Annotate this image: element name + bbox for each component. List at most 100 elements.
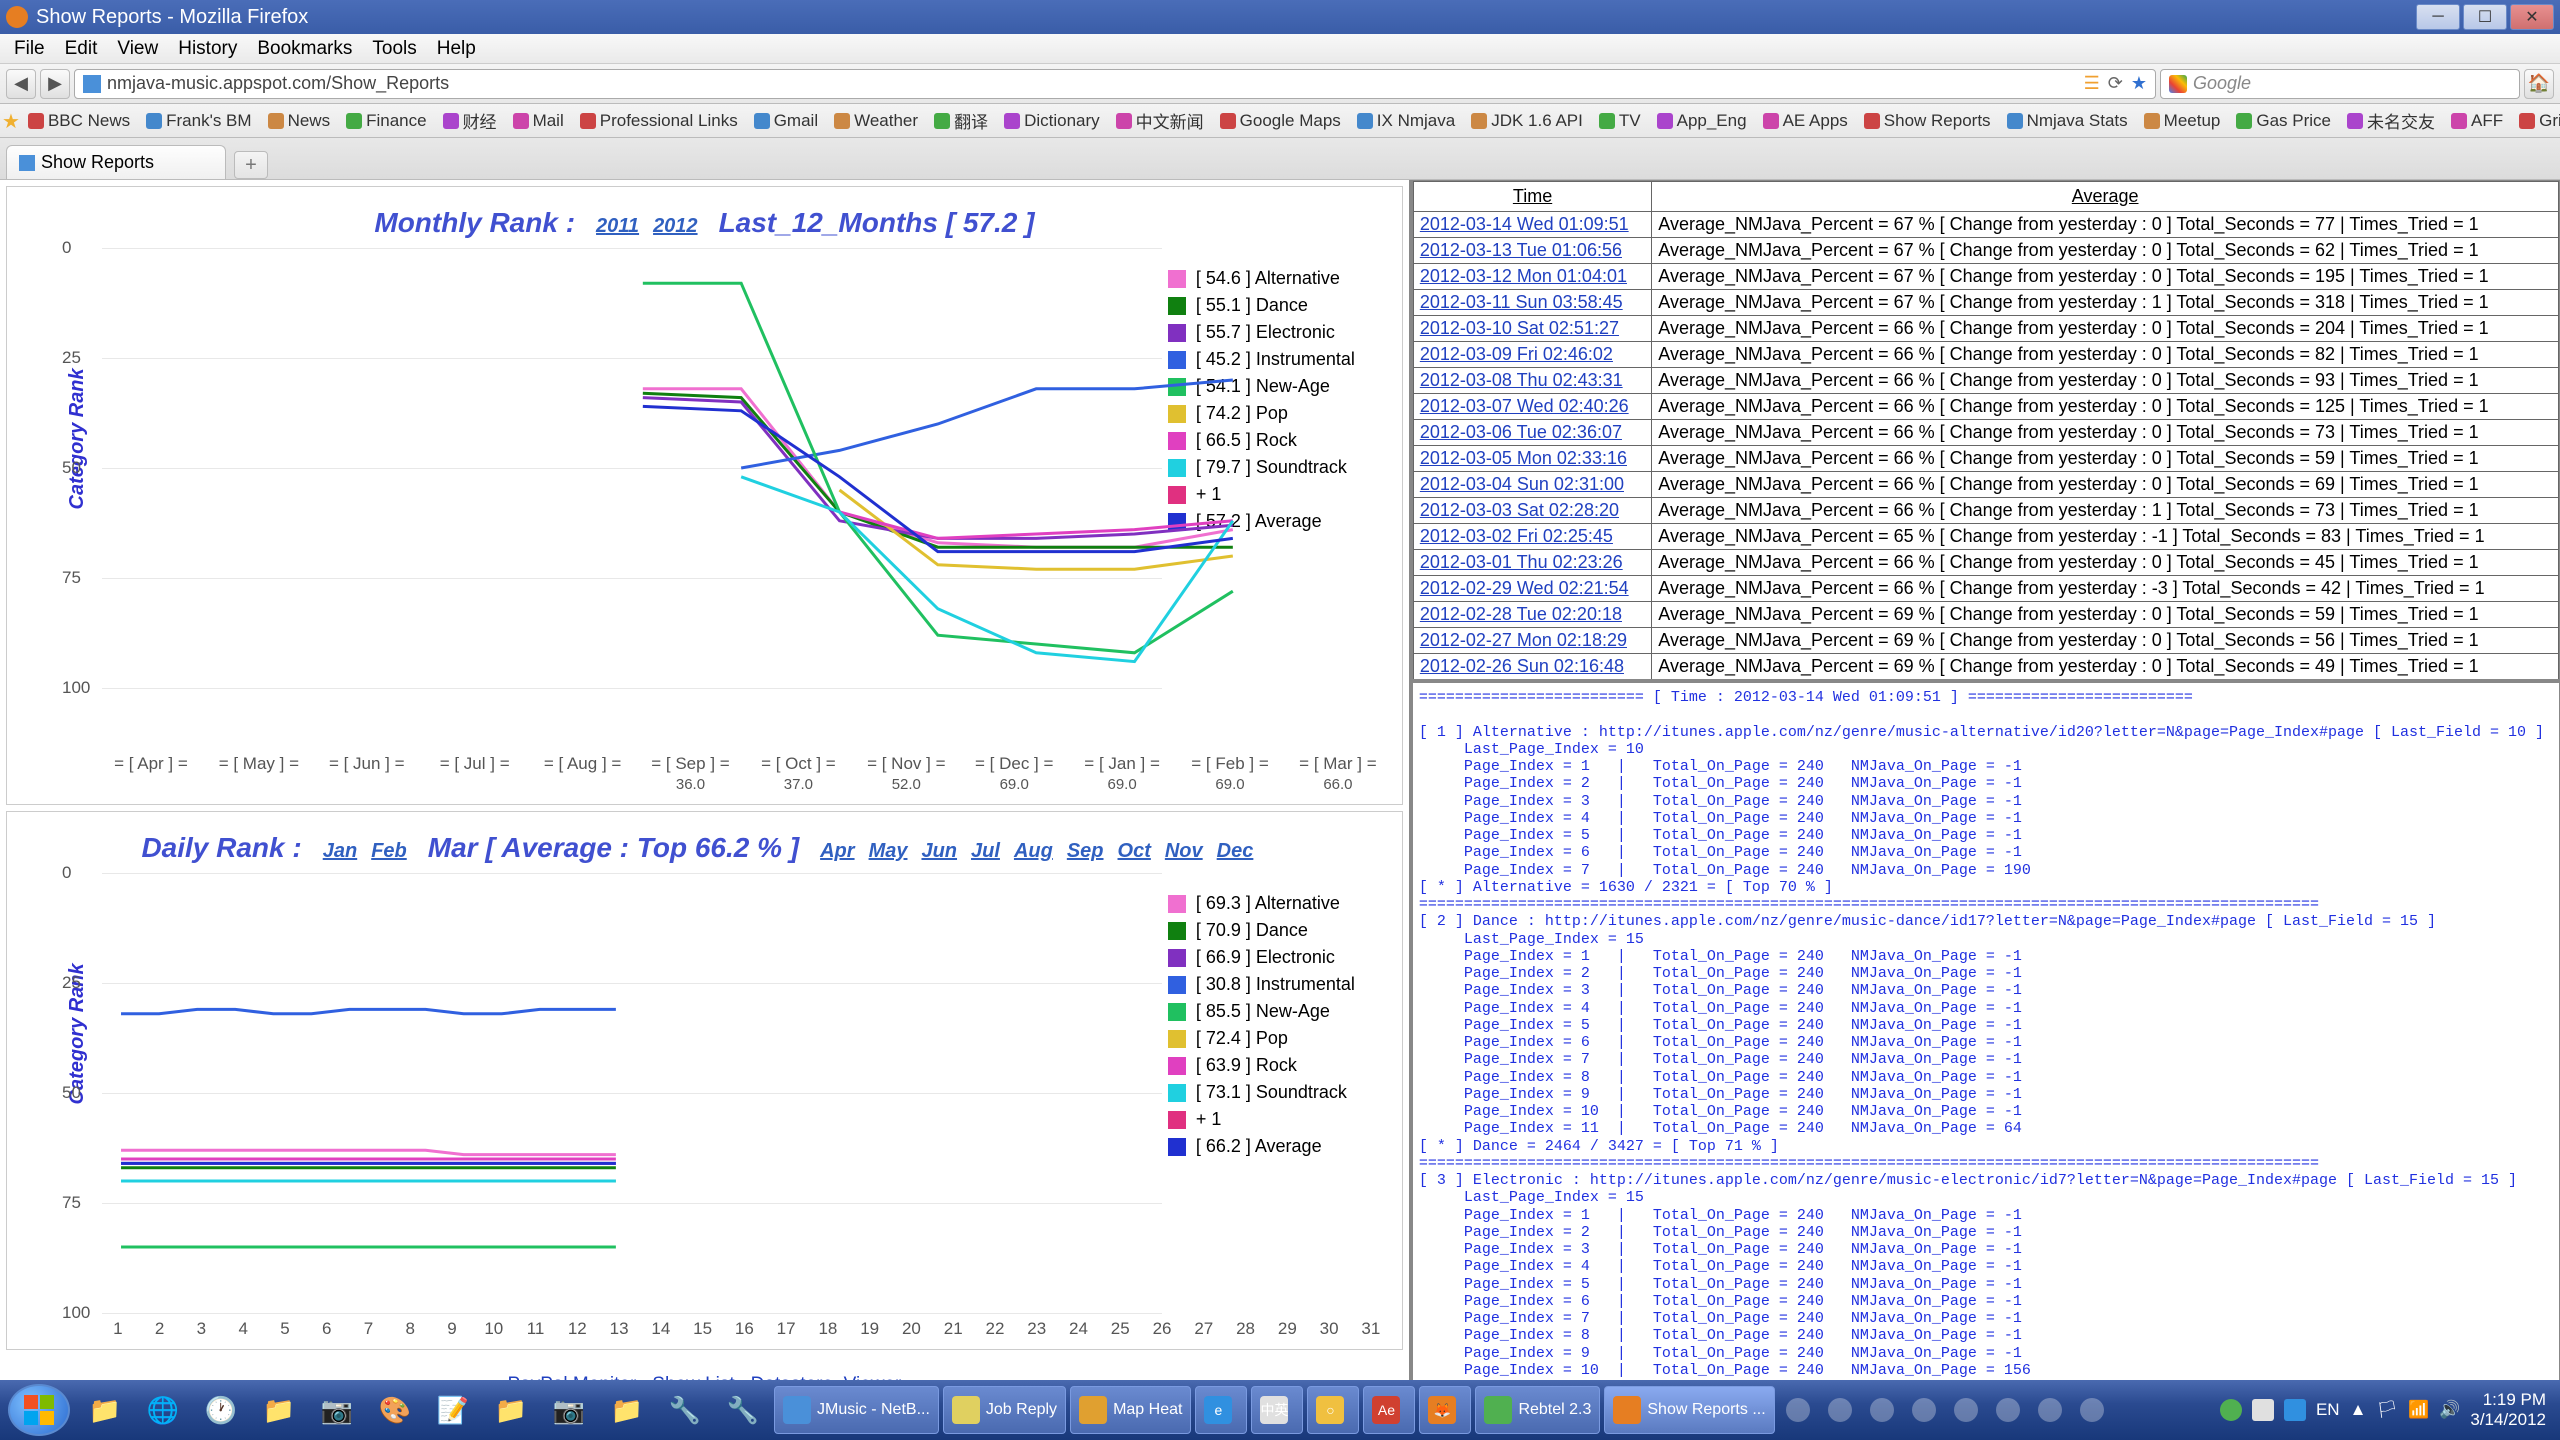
taskbar-pinned-icon[interactable]: 📁 (77, 1386, 133, 1434)
time-link[interactable]: 2012-03-02 Fri 02:25:45 (1420, 526, 1613, 546)
tray-network-icon[interactable]: 📶 (2408, 1400, 2429, 1420)
bookmark-item[interactable]: Grid (2511, 109, 2560, 133)
taskbar-task[interactable]: Rebtel 2.3 (1475, 1386, 1600, 1434)
bookmark-item[interactable]: 财经 (435, 106, 505, 135)
tray-chevron-icon[interactable]: ▲ (2350, 1400, 2367, 1420)
tray-icon[interactable] (2220, 1399, 2242, 1421)
taskbar-task[interactable]: Ae (1363, 1386, 1415, 1434)
time-link[interactable]: 2012-03-01 Thu 02:23:26 (1420, 552, 1623, 572)
taskbar-task[interactable]: JMusic - NetB... (774, 1386, 939, 1434)
bookmark-item[interactable]: Weather (826, 109, 926, 133)
time-link[interactable]: 2012-02-28 Tue 02:20:18 (1420, 604, 1622, 624)
time-link[interactable]: 2012-03-07 Wed 02:40:26 (1420, 396, 1629, 416)
bookmark-item[interactable]: Google Maps (1212, 109, 1349, 133)
taskbar-small-icon[interactable] (1862, 1386, 1902, 1434)
bookmark-item[interactable]: BBC News (20, 109, 138, 133)
home-button[interactable]: 🏠 (2524, 69, 2554, 99)
chart-title-link[interactable]: 2012 (653, 215, 698, 237)
url-input[interactable]: nmjava-music.appspot.com/Show_Reports ☰ … (74, 69, 2156, 99)
taskbar-pinned-icon[interactable]: 📝 (425, 1386, 481, 1434)
menu-file[interactable]: File (4, 35, 55, 63)
bookmark-item[interactable]: Frank's BM (138, 109, 259, 133)
menu-help[interactable]: Help (427, 35, 486, 63)
taskbar-pinned-icon[interactable]: 📁 (251, 1386, 307, 1434)
tray-icon[interactable] (2284, 1399, 2306, 1421)
time-link[interactable]: 2012-03-12 Mon 01:04:01 (1420, 266, 1627, 286)
menu-bookmarks[interactable]: Bookmarks (247, 35, 362, 63)
time-link[interactable]: 2012-02-26 Sun 02:16:48 (1420, 656, 1624, 676)
chart-title-link[interactable]: Feb (371, 840, 407, 862)
bookmark-item[interactable]: TV (1591, 109, 1649, 133)
taskbar-pinned-icon[interactable]: 📁 (483, 1386, 539, 1434)
tray-language[interactable]: EN (2316, 1400, 2340, 1420)
taskbar-small-icon[interactable] (1904, 1386, 1944, 1434)
chart-title-link[interactable]: Jun (921, 840, 957, 862)
taskbar-task[interactable]: e (1195, 1386, 1247, 1434)
taskbar-task[interactable]: ○ (1307, 1386, 1359, 1434)
menu-tools[interactable]: Tools (362, 35, 426, 63)
bookmark-item[interactable]: 中文新闻 (1108, 106, 1212, 135)
back-button[interactable]: ◀ (6, 69, 36, 99)
taskbar-pinned-icon[interactable]: 🌐 (135, 1386, 191, 1434)
time-link[interactable]: 2012-03-05 Mon 02:33:16 (1420, 448, 1627, 468)
chart-title-link[interactable]: Jan (323, 840, 357, 862)
bookmark-item[interactable]: Nmjava Stats (1999, 109, 2136, 133)
close-button[interactable]: ✕ (2510, 4, 2554, 30)
bookmark-item[interactable]: JDK 1.6 API (1463, 109, 1591, 133)
menu-edit[interactable]: Edit (55, 35, 108, 63)
bookmark-item[interactable]: Meetup (2136, 109, 2229, 133)
bookmark-item[interactable]: Mail (505, 109, 572, 133)
bookmark-item[interactable]: Dictionary (996, 109, 1108, 133)
table-header[interactable]: Time (1413, 182, 1651, 212)
tray-icon[interactable] (2252, 1399, 2274, 1421)
start-button[interactable] (8, 1384, 70, 1436)
bookmarks-star-icon[interactable]: ★ (2, 109, 20, 133)
chart-title-link[interactable]: Sep (1067, 840, 1104, 862)
new-tab-button[interactable]: + (234, 151, 268, 179)
taskbar-pinned-icon[interactable]: 📷 (309, 1386, 365, 1434)
taskbar-small-icon[interactable] (1820, 1386, 1860, 1434)
taskbar-clock[interactable]: 1:19 PM 3/14/2012 (2470, 1390, 2552, 1431)
forward-button[interactable]: ▶ (40, 69, 70, 99)
taskbar-small-icon[interactable] (1946, 1386, 1986, 1434)
chart-title-link[interactable]: Nov (1165, 840, 1203, 862)
chart-title-link[interactable]: Oct (1118, 840, 1151, 862)
taskbar-pinned-icon[interactable]: 🎨 (367, 1386, 423, 1434)
chart-title-link[interactable]: Aug (1014, 840, 1053, 862)
maximize-button[interactable]: ☐ (2463, 4, 2507, 30)
tray-flag-icon[interactable]: 🏳 (2376, 1400, 2398, 1420)
time-link[interactable]: 2012-02-27 Mon 02:18:29 (1420, 630, 1627, 650)
taskbar-pinned-icon[interactable]: 📁 (599, 1386, 655, 1434)
bookmark-item[interactable]: 翻译 (926, 106, 996, 135)
chart-title-link[interactable]: Jul (971, 840, 1000, 862)
taskbar-pinned-icon[interactable]: 🔧 (715, 1386, 771, 1434)
taskbar-small-icon[interactable] (1988, 1386, 2028, 1434)
taskbar-task[interactable]: 🦊 (1419, 1386, 1471, 1434)
taskbar-task[interactable]: Job Reply (943, 1386, 1066, 1434)
minimize-button[interactable]: ─ (2416, 4, 2460, 30)
tray-sound-icon[interactable]: 🔊 (2439, 1400, 2460, 1420)
table-header[interactable]: Average (1652, 182, 2559, 212)
taskbar-pinned-icon[interactable]: 🔧 (657, 1386, 713, 1434)
taskbar-pinned-icon[interactable]: 🕐 (193, 1386, 249, 1434)
chart-title-link[interactable]: May (869, 840, 908, 862)
time-link[interactable]: 2012-02-29 Wed 02:21:54 (1420, 578, 1629, 598)
rss-icon[interactable]: ☰ (2084, 73, 2100, 94)
reload-icon[interactable]: ⟳ (2108, 73, 2123, 94)
bookmark-item[interactable]: Gmail (746, 109, 826, 133)
time-link[interactable]: 2012-03-13 Tue 01:06:56 (1420, 240, 1622, 260)
taskbar-small-icon[interactable] (1778, 1386, 1818, 1434)
chart-title-link[interactable]: 2011 (596, 215, 639, 237)
bookmark-item[interactable]: Professional Links (572, 109, 746, 133)
taskbar-pinned-icon[interactable]: 📷 (541, 1386, 597, 1434)
time-link[interactable]: 2012-03-11 Sun 03:58:45 (1420, 292, 1623, 312)
bookmark-item[interactable]: News (260, 109, 339, 133)
time-link[interactable]: 2012-03-10 Sat 02:51:27 (1420, 318, 1619, 338)
report-table-wrapper[interactable]: TimeAverage2012-03-14 Wed 01:09:51Averag… (1412, 180, 2560, 680)
bookmark-item[interactable]: AFF (2443, 109, 2511, 133)
taskbar-small-icon[interactable] (2072, 1386, 2112, 1434)
tab-show-reports[interactable]: Show Reports (6, 145, 226, 179)
taskbar-task[interactable]: Map Heat (1070, 1386, 1191, 1434)
bookmark-item[interactable]: Show Reports (1856, 109, 1999, 133)
menu-view[interactable]: View (107, 35, 168, 63)
